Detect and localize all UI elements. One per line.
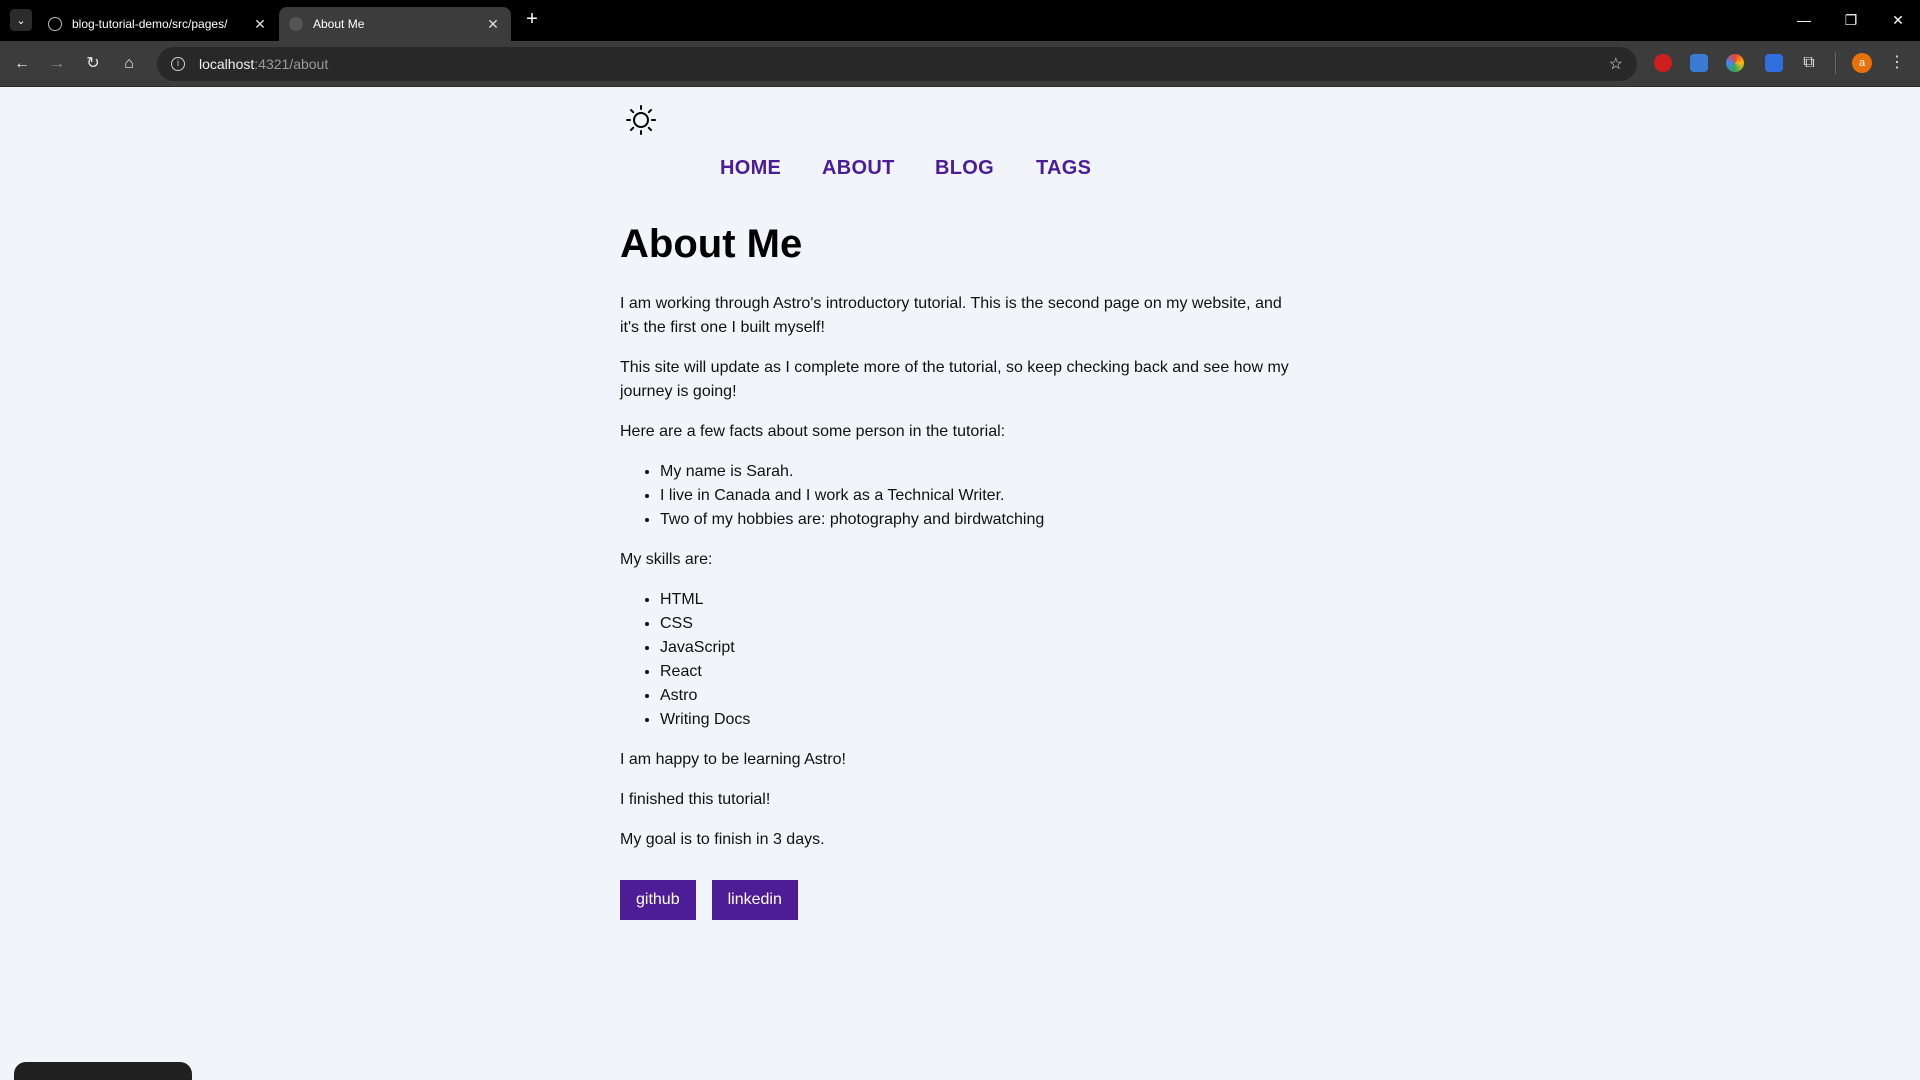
back-arrow-icon[interactable]: ← — [10, 52, 34, 76]
nav-tags-link[interactable]: TAGS — [1036, 157, 1091, 180]
linkedin-link[interactable]: linkedin — [711, 880, 798, 920]
site-info-icon[interactable]: i — [171, 57, 185, 71]
url-host: localhost — [199, 56, 255, 72]
sun-icon[interactable] — [625, 104, 657, 136]
intro-paragraph: I am working through Astro's introductor… — [620, 295, 1282, 336]
nav-home-link[interactable]: HOME — [720, 157, 781, 180]
tab-title: blog-tutorial-demo/src/pages/ — [72, 17, 228, 31]
tab-close-icon[interactable]: ✕ — [252, 16, 268, 33]
list-item: I live in Canada and I work as a Technic… — [660, 484, 1300, 508]
list-item: My name is Sarah. — [660, 460, 1300, 484]
extension-red-icon[interactable] — [1654, 54, 1672, 72]
tab-title: About Me — [313, 17, 365, 31]
address-bar[interactable]: i localhost:4321/about ☆ — [157, 47, 1637, 81]
facts-heading: Here are a few facts about some person i… — [620, 423, 1006, 440]
github-favicon-icon — [48, 17, 62, 31]
new-tab-plus-icon[interactable]: + — [521, 9, 543, 31]
restore-icon[interactable]: ❐ — [1839, 8, 1863, 32]
facts-list: My name is Sarah. I live in Canada and I… — [620, 460, 1300, 532]
page-title: About Me — [620, 222, 803, 266]
tab-close-icon[interactable]: ✕ — [485, 16, 501, 33]
browser-toolbar: ← → ↻ ⌂ i localhost:4321/about ☆ — [0, 41, 1920, 87]
astro-favicon-icon — [289, 17, 303, 31]
home-icon[interactable]: ⌂ — [117, 52, 141, 76]
nav-blog-link[interactable]: BLOG — [935, 157, 994, 180]
goal-paragraph: My goal is to finish in 3 days. — [620, 831, 825, 848]
browser-menu-icon[interactable]: ⋮ — [1887, 52, 1907, 74]
toolbar-divider — [1835, 52, 1836, 74]
extension-blue-icon[interactable] — [1690, 54, 1708, 72]
list-item: Writing Docs — [660, 708, 1300, 732]
close-window-icon[interactable]: ✕ — [1886, 8, 1910, 32]
extensions-puzzle-icon[interactable]: ⧉ — [1800, 54, 1818, 72]
extension-translate-icon[interactable] — [1765, 54, 1783, 72]
site-navigation: HOME ABOUT BLOG TAGS — [0, 157, 1920, 183]
tab-about[interactable]: About Me ✕ — [279, 7, 511, 41]
happy-paragraph: I am happy to be learning Astro! — [620, 751, 846, 768]
minimize-icon[interactable]: — — [1792, 8, 1816, 32]
finished-paragraph: I finished this tutorial! — [620, 791, 771, 808]
skills-list: HTML CSS JavaScript React Astro Writing … — [620, 588, 1300, 732]
list-item: Astro — [660, 684, 1300, 708]
forward-arrow-icon[interactable]: → — [45, 52, 69, 76]
list-item: HTML — [660, 588, 1300, 612]
url-path: :4321/about — [254, 56, 329, 72]
reload-icon[interactable]: ↻ — [81, 52, 105, 76]
taskbar-peek — [14, 1062, 192, 1080]
intro-paragraph: This site will update as I complete more… — [620, 359, 1289, 400]
extension-color-wheel-icon[interactable] — [1726, 54, 1744, 72]
list-item: CSS — [660, 612, 1300, 636]
social-links: github linkedin — [620, 880, 1300, 920]
skills-heading: My skills are: — [620, 551, 713, 568]
tab-search-chevron-icon[interactable]: ⌄ — [10, 9, 32, 31]
browser-tab-strip: ⌄ blog-tutorial-demo/src/pages/ ✕ About … — [0, 0, 1920, 41]
main-content: I am working through Astro's introductor… — [620, 292, 1300, 920]
list-item: React — [660, 660, 1300, 684]
list-item: JavaScript — [660, 636, 1300, 660]
tab-github[interactable]: blog-tutorial-demo/src/pages/ ✕ — [38, 7, 278, 41]
nav-about-link[interactable]: ABOUT — [822, 157, 895, 180]
github-link[interactable]: github — [620, 880, 696, 920]
list-item: Two of my hobbies are: photography and b… — [660, 508, 1300, 532]
bookmark-star-icon[interactable]: ☆ — [1609, 54, 1623, 74]
profile-avatar[interactable]: a — [1852, 53, 1872, 73]
